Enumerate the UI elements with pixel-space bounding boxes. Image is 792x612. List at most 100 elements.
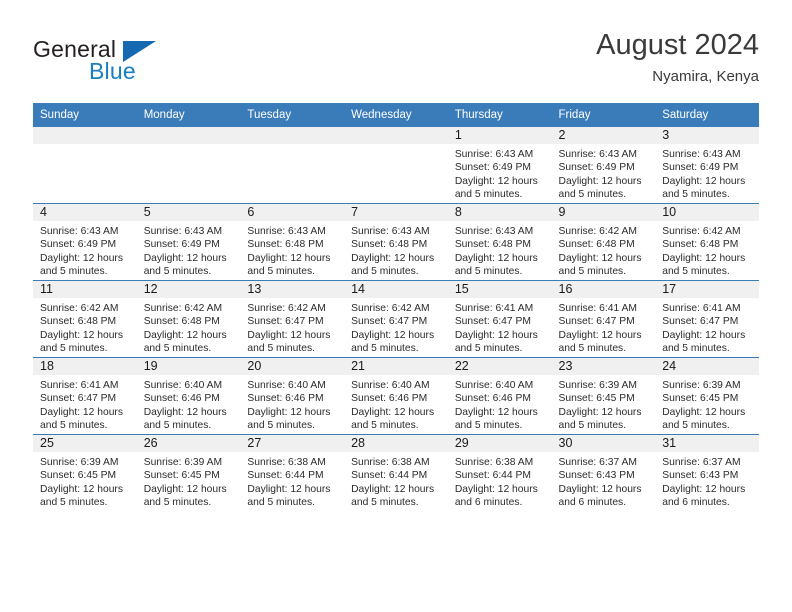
sunset-text: Sunset: 6:43 PM: [558, 470, 635, 482]
sunrise-text: Sunrise: 6:43 AM: [351, 226, 430, 237]
daylight-text-line2: and 5 minutes.: [662, 266, 730, 278]
sunset-text: Sunset: 6:48 PM: [40, 316, 117, 328]
calendar-day-cell[interactable]: 25 Sunrise: 6:39 AM Sunset: 6:45 PM Dayligh…: [33, 434, 137, 511]
page-header: General Blue August 2024 Nyamira, Kenya: [0, 0, 792, 100]
calendar-day-cell[interactable]: 9 Sunrise: 6:42 AM Sunset: 6:48 PM Daylight…: [551, 203, 656, 281]
calendar-day-cell[interactable]: 23 Sunrise: 6:39 AM Sunset: 6:45 PM Dayligh…: [551, 357, 656, 435]
daylight-text-line1: Daylight: 12 hours: [351, 406, 435, 418]
brand-logo[interactable]: General Blue: [33, 36, 263, 88]
daylight-text-line2: and 5 minutes.: [40, 420, 108, 432]
day-number: 6: [240, 204, 345, 221]
calendar-cell-empty: [344, 127, 448, 204]
sunset-text: Sunset: 6:48 PM: [143, 316, 220, 328]
sunrise-text: Sunrise: 6:43 AM: [143, 226, 223, 237]
sunset-text: Sunset: 6:44 PM: [454, 470, 531, 482]
calendar-day-cell[interactable]: 6 Sunrise: 6:43 AM Sunset: 6:48 PM Daylight…: [240, 203, 345, 281]
sunset-text: Sunset: 6:45 PM: [143, 470, 220, 482]
day-number: 24: [655, 358, 759, 375]
day-details: Sunrise: 6:41 AM Sunset: 6:47 PM Daylight:…: [655, 298, 759, 356]
day-number: 30: [551, 435, 656, 452]
day-number: 3: [655, 127, 759, 144]
calendar-day-cell[interactable]: 14 Sunrise: 6:42 AM Sunset: 6:47 PM Dayligh…: [344, 280, 448, 358]
calendar-day-cell[interactable]: 26 Sunrise: 6:39 AM Sunset: 6:45 PM Dayligh…: [136, 434, 241, 511]
day-details: Sunrise: 6:39 AM Sunset: 6:45 PM Daylight:…: [552, 375, 656, 433]
day-number: 23: [551, 358, 656, 375]
calendar-day-cell[interactable]: 18 Sunrise: 6:41 AM Sunset: 6:47 PM Dayligh…: [33, 357, 137, 435]
daylight-text-line2: and 5 minutes.: [40, 497, 108, 509]
calendar-day-cell[interactable]: 11 Sunrise: 6:42 AM Sunset: 6:48 PM Dayligh…: [33, 280, 137, 358]
sunset-text: Sunset: 6:45 PM: [558, 393, 635, 405]
sunrise-text: Sunrise: 6:38 AM: [247, 457, 326, 468]
day-details: Sunrise: 6:37 AM Sunset: 6:43 PM Daylight:…: [552, 452, 656, 510]
calendar-day-cell[interactable]: 12 Sunrise: 6:42 AM Sunset: 6:48 PM Dayligh…: [136, 280, 241, 358]
calendar-day-cell[interactable]: 7 Sunrise: 6:43 AM Sunset: 6:48 PM Daylight…: [344, 203, 448, 281]
weekday-header-sunday: Sunday: [33, 103, 137, 127]
sunset-text: Sunset: 6:48 PM: [558, 239, 635, 251]
daylight-text-line1: Daylight: 12 hours: [40, 483, 123, 495]
calendar-day-cell[interactable]: 24 Sunrise: 6:39 AM Sunset: 6:45 PM Dayligh…: [655, 357, 759, 435]
daylight-text-line2: and 5 minutes.: [454, 266, 523, 278]
sunrise-text: Sunrise: 6:43 AM: [454, 149, 534, 160]
calendar-day-cell[interactable]: 13 Sunrise: 6:42 AM Sunset: 6:47 PM Dayligh…: [240, 280, 345, 358]
day-number: 21: [344, 358, 448, 375]
day-details: Sunrise: 6:42 AM Sunset: 6:48 PM Daylight:…: [137, 298, 241, 356]
day-number: 20: [240, 358, 345, 375]
calendar-day-cell[interactable]: 1 Sunrise: 6:43 AM Sunset: 6:49 PM Daylight…: [447, 127, 552, 204]
daylight-text-line1: Daylight: 12 hours: [143, 329, 227, 341]
daylight-text-line2: and 5 minutes.: [662, 420, 730, 432]
calendar-day-cell[interactable]: 15 Sunrise: 6:41 AM Sunset: 6:47 PM Dayligh…: [447, 280, 552, 358]
calendar-day-cell[interactable]: 31 Sunrise: 6:37 AM Sunset: 6:43 PM Dayligh…: [655, 434, 759, 511]
sunrise-text: Sunrise: 6:37 AM: [662, 457, 741, 468]
daylight-text-line1: Daylight: 12 hours: [40, 252, 123, 264]
sunset-text: Sunset: 6:49 PM: [143, 239, 220, 251]
sunset-text: Sunset: 6:47 PM: [40, 393, 117, 405]
sunset-text: Sunset: 6:49 PM: [454, 162, 531, 174]
calendar-day-cell[interactable]: 27 Sunrise: 6:38 AM Sunset: 6:44 PM Dayligh…: [240, 434, 345, 511]
day-number: 14: [344, 281, 448, 298]
sunrise-text: Sunrise: 6:41 AM: [454, 303, 534, 314]
calendar-day-cell[interactable]: 20 Sunrise: 6:40 AM Sunset: 6:46 PM Dayligh…: [240, 357, 345, 435]
calendar-day-cell[interactable]: 17 Sunrise: 6:41 AM Sunset: 6:47 PM Dayligh…: [655, 280, 759, 358]
calendar-day-cell[interactable]: 28 Sunrise: 6:38 AM Sunset: 6:44 PM Dayligh…: [344, 434, 448, 511]
daylight-text-line2: and 5 minutes.: [247, 420, 315, 432]
daylight-text-line2: and 5 minutes.: [558, 343, 627, 355]
daylight-text-line1: Daylight: 12 hours: [662, 175, 746, 187]
calendar-day-cell[interactable]: 3 Sunrise: 6:43 AM Sunset: 6:49 PM Daylight…: [655, 127, 759, 204]
daylight-text-line1: Daylight: 12 hours: [247, 252, 331, 264]
daylight-text-line1: Daylight: 12 hours: [558, 406, 642, 418]
calendar-day-cell[interactable]: 22 Sunrise: 6:40 AM Sunset: 6:46 PM Dayligh…: [447, 357, 552, 435]
sunrise-text: Sunrise: 6:39 AM: [143, 457, 223, 468]
daylight-text-line2: and 5 minutes.: [143, 497, 212, 509]
weekday-header-wednesday: Wednesday: [344, 103, 448, 127]
sunrise-text: Sunrise: 6:38 AM: [454, 457, 534, 468]
daylight-text-line1: Daylight: 12 hours: [454, 483, 538, 495]
sunset-text: Sunset: 6:44 PM: [351, 470, 428, 482]
day-details: Sunrise: 6:43 AM Sunset: 6:48 PM Daylight:…: [240, 221, 344, 279]
calendar-day-cell[interactable]: 4 Sunrise: 6:43 AM Sunset: 6:49 PM Daylight…: [33, 203, 137, 281]
calendar-day-cell[interactable]: 10 Sunrise: 6:42 AM Sunset: 6:48 PM Dayligh…: [655, 203, 759, 281]
day-number: 5: [136, 204, 241, 221]
day-details: Sunrise: 6:42 AM Sunset: 6:48 PM Daylight:…: [655, 221, 759, 279]
calendar-page: General Blue August 2024 Nyamira, Kenya …: [0, 0, 792, 612]
day-number: [344, 127, 448, 144]
calendar-day-cell[interactable]: 30 Sunrise: 6:37 AM Sunset: 6:43 PM Dayligh…: [551, 434, 656, 511]
day-number: 2: [551, 127, 656, 144]
sunrise-text: Sunrise: 6:38 AM: [351, 457, 430, 468]
calendar-day-cell[interactable]: 5 Sunrise: 6:43 AM Sunset: 6:49 PM Daylight…: [136, 203, 241, 281]
calendar-day-cell[interactable]: 2 Sunrise: 6:43 AM Sunset: 6:49 PM Daylight…: [551, 127, 656, 204]
calendar-day-cell[interactable]: 8 Sunrise: 6:43 AM Sunset: 6:48 PM Daylight…: [447, 203, 552, 281]
sunrise-text: Sunrise: 6:43 AM: [558, 149, 637, 160]
sunrise-text: Sunrise: 6:43 AM: [247, 226, 326, 237]
daylight-text-line2: and 5 minutes.: [558, 420, 627, 432]
calendar-day-cell[interactable]: 21 Sunrise: 6:40 AM Sunset: 6:46 PM Dayligh…: [344, 357, 448, 435]
day-number: 15: [447, 281, 552, 298]
calendar-day-cell[interactable]: 16 Sunrise: 6:41 AM Sunset: 6:47 PM Dayligh…: [551, 280, 656, 358]
calendar-day-cell[interactable]: 29 Sunrise: 6:38 AM Sunset: 6:44 PM Dayligh…: [447, 434, 552, 511]
day-details: Sunrise: 6:42 AM Sunset: 6:48 PM Daylight:…: [33, 298, 137, 356]
day-details: Sunrise: 6:41 AM Sunset: 6:47 PM Daylight:…: [448, 298, 552, 356]
calendar-day-cell[interactable]: 19 Sunrise: 6:40 AM Sunset: 6:46 PM Dayligh…: [136, 357, 241, 435]
daylight-text-line1: Daylight: 12 hours: [454, 175, 538, 187]
sunrise-text: Sunrise: 6:40 AM: [143, 380, 223, 391]
daylight-text-line1: Daylight: 12 hours: [40, 406, 123, 418]
day-details: Sunrise: 6:42 AM Sunset: 6:47 PM Daylight:…: [344, 298, 448, 356]
